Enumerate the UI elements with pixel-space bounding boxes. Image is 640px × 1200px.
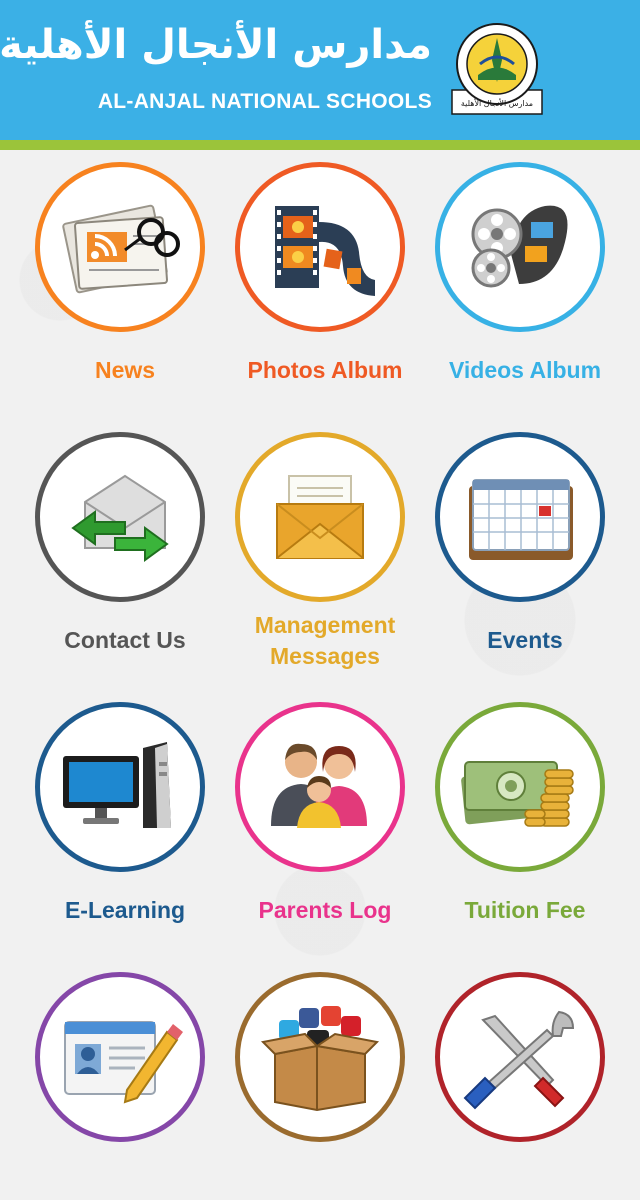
- mail-arrows-icon: [71, 474, 169, 562]
- app-title-arabic: مدارس الأنجال الأهلية: [0, 22, 432, 68]
- videos-album-button[interactable]: [435, 162, 605, 332]
- menu-item-contact-us[interactable]: Contact Us: [25, 420, 225, 660]
- menu-item-management-messages[interactable]: Management Messages: [225, 420, 425, 669]
- events-button[interactable]: [435, 432, 605, 602]
- photos-album-button[interactable]: [235, 162, 405, 332]
- events-label: Events: [487, 627, 563, 653]
- tuition-fee-label: Tuition Fee: [464, 897, 586, 923]
- menu-item-parents-log[interactable]: Parents Log: [225, 690, 425, 930]
- menu-item-e-learning[interactable]: E-Learning: [25, 690, 225, 930]
- film-reel-icon: [471, 205, 568, 288]
- svg-text:مدارس الأنجال الأهلية: مدارس الأنجال الأهلية: [461, 98, 533, 108]
- newspaper-icon: [62, 204, 180, 294]
- social-button[interactable]: [235, 972, 405, 1142]
- app-title-english: AL-ANJAL NATIONAL SCHOOLS: [97, 90, 432, 113]
- family-icon: [271, 743, 367, 828]
- contact-us-button[interactable]: [35, 432, 205, 602]
- management-messages-label: Management Messages: [215, 610, 435, 672]
- menu-item-social[interactable]: [225, 960, 425, 1200]
- photos-album-label: Photos Album: [247, 357, 403, 383]
- tuition-fee-button[interactable]: [435, 702, 605, 872]
- tools-icon: [463, 1010, 575, 1110]
- envelope-icon: [276, 475, 364, 559]
- parents-log-label: Parents Log: [258, 897, 392, 923]
- money-coins-icon: [461, 761, 574, 827]
- menu-item-settings[interactable]: [425, 960, 625, 1200]
- settings-button[interactable]: [435, 972, 605, 1142]
- management-messages-button[interactable]: [235, 432, 405, 602]
- menu-item-tuition-fee[interactable]: Tuition Fee: [425, 690, 625, 930]
- menu-item-news[interactable]: News: [25, 150, 225, 390]
- e-learning-label: E-Learning: [64, 897, 186, 923]
- social-box-icon: [260, 1006, 380, 1112]
- menu-item-events[interactable]: Events: [425, 420, 625, 660]
- menu-item-photos-album[interactable]: Photos Album: [225, 150, 425, 390]
- profile-button[interactable]: [35, 972, 205, 1142]
- management-messages-label-line2: Messages: [270, 643, 380, 669]
- e-learning-button[interactable]: [35, 702, 205, 872]
- management-messages-label-line1: Management: [254, 612, 396, 638]
- menu-item-profile[interactable]: [25, 960, 225, 1200]
- news-button[interactable]: [35, 162, 205, 332]
- calendar-icon: [469, 479, 573, 560]
- header-accent-stripe: [0, 140, 640, 150]
- app-header: مدارس الأنجال الأهلية AL-ANJAL NATIONAL …: [0, 0, 640, 140]
- news-label: News: [94, 357, 156, 383]
- computer-icon: [63, 742, 171, 828]
- menu-item-videos-album[interactable]: Videos Album: [425, 150, 625, 390]
- parents-log-button[interactable]: [235, 702, 405, 872]
- contact-us-label: Contact Us: [64, 627, 186, 653]
- school-logo: مدارس الأنجال الأهلية: [451, 23, 543, 115]
- id-card-pencil-icon: [64, 1021, 183, 1104]
- film-strip-icon: [275, 206, 375, 296]
- videos-album-label: Videos Album: [448, 357, 602, 383]
- menu-grid: News Photos Album Videos Album Contact U…: [0, 150, 640, 1142]
